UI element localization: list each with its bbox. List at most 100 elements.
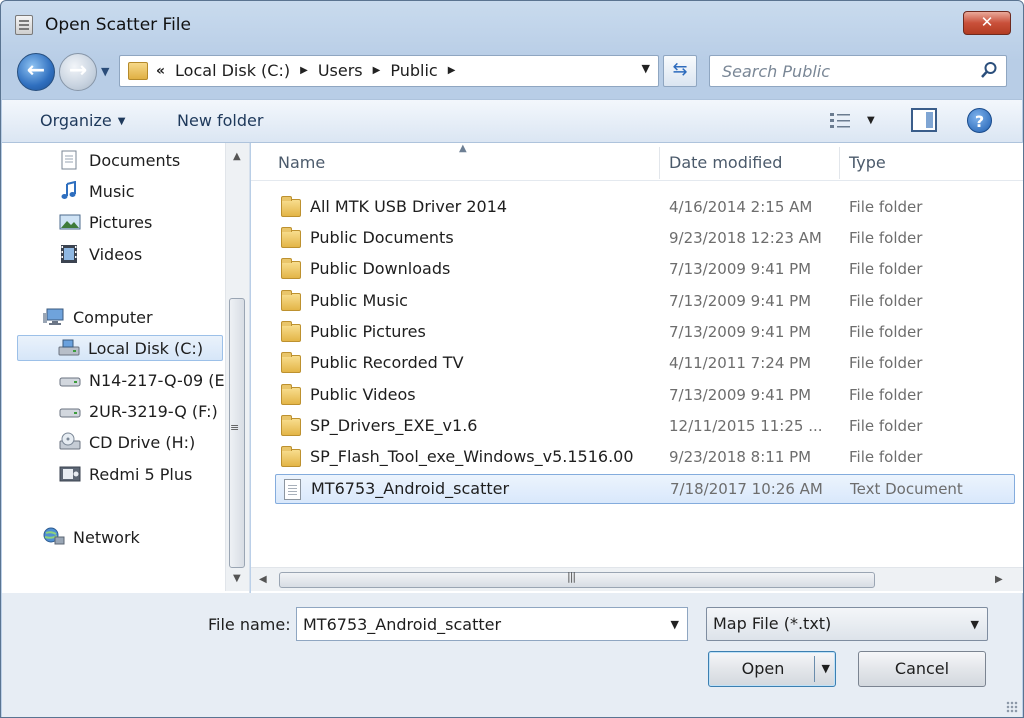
chevron-down-icon[interactable]: ▼ (971, 618, 979, 631)
nav-item-cd-drive[interactable]: CD Drive (H:) (59, 429, 195, 455)
nav-item-label: Videos (89, 244, 143, 264)
nav-item-label: Local Disk (C:) (88, 338, 204, 358)
type-cell: File folder (849, 260, 923, 278)
file-name-cell: SP_Flash_Tool_exe_Windows_v5.1516.00 (310, 447, 634, 466)
change-view-icon[interactable] (829, 111, 851, 131)
nav-item-computer[interactable]: Computer (43, 304, 153, 330)
refresh-button[interactable]: ⇆ (663, 55, 697, 87)
grip-icon: ||| (567, 570, 576, 583)
organize-button[interactable]: Organize ▼ (40, 111, 125, 130)
close-button[interactable]: ✕ (963, 11, 1011, 35)
address-dropdown-icon[interactable]: ▼ (642, 62, 650, 75)
column-divider[interactable] (659, 147, 660, 179)
breadcrumb-local-disk[interactable]: Local Disk (C:) (175, 61, 290, 80)
date-modified-cell: 7/13/2009 9:41 PM (669, 260, 812, 278)
chevron-right-icon[interactable]: ▶ (448, 65, 456, 76)
file-name-cell: Public Videos (310, 385, 416, 404)
type-cell: File folder (849, 292, 923, 310)
table-row[interactable]: SP_Drivers_EXE_v1.6 12/11/2015 11:25 ...… (275, 412, 1015, 442)
network-icon (43, 527, 65, 547)
folder-icon (281, 196, 301, 217)
table-row[interactable]: Public Documents 9/23/2018 12:23 AM File… (275, 224, 1015, 254)
split-divider (814, 656, 815, 682)
open-button[interactable]: Open ▼ (708, 651, 836, 687)
scrollbar-thumb[interactable] (279, 572, 875, 588)
nav-item-network[interactable]: Network (43, 524, 140, 550)
nav-item-label: CD Drive (H:) (89, 432, 196, 452)
nav-item-drive-f[interactable]: 2UR-3219-Q (F:) (59, 398, 218, 424)
forward-button[interactable]: → (59, 53, 97, 91)
help-icon[interactable]: ? (967, 108, 992, 133)
folder-icon (281, 321, 301, 342)
breadcrumb-users[interactable]: Users (318, 61, 363, 80)
table-row[interactable]: All MTK USB Driver 2014 4/16/2014 2:15 A… (275, 193, 1015, 223)
table-row[interactable]: Public Downloads 7/13/2009 9:41 PM File … (275, 255, 1015, 285)
table-row[interactable]: Public Videos 7/13/2009 9:41 PM File fol… (275, 381, 1015, 411)
drive-icon (59, 370, 81, 390)
open-options-dropdown-icon[interactable]: ▼ (822, 662, 830, 675)
date-modified-cell: 4/16/2014 2:15 AM (669, 198, 813, 216)
scroll-left-icon[interactable]: ◀ (259, 574, 267, 585)
back-button[interactable]: ← (17, 53, 55, 91)
chevron-right-icon[interactable]: ▶ (300, 65, 308, 76)
file-name-combobox[interactable]: ▼ (296, 607, 688, 641)
nav-item-label: Music (89, 181, 135, 201)
date-modified-cell: 12/11/2015 11:25 ... (669, 417, 823, 435)
nav-item-label: Pictures (89, 212, 153, 232)
search-box[interactable] (709, 55, 1007, 87)
open-scatter-file-dialog: Open Scatter File ✕ ← → ▼ « Local Disk (… (0, 0, 1024, 718)
type-cell: File folder (849, 229, 923, 247)
folder-icon (281, 384, 301, 405)
table-row[interactable]: Public Music 7/13/2009 9:41 PM File fold… (275, 287, 1015, 317)
column-header-name[interactable]: Name (278, 153, 325, 172)
view-options-dropdown-icon[interactable]: ▼ (867, 115, 875, 126)
computer-icon (43, 307, 65, 327)
file-name-input[interactable] (301, 612, 651, 636)
nav-item-videos[interactable]: Videos (59, 241, 142, 267)
recent-locations-dropdown[interactable]: ▼ (101, 65, 115, 79)
nav-item-music[interactable]: Music (59, 178, 135, 204)
column-divider[interactable] (839, 147, 840, 179)
title-bar: Open Scatter File ✕ (1, 1, 1023, 45)
file-name-cell: MT6753_Android_scatter (311, 479, 510, 498)
nav-item-documents[interactable]: Documents (59, 147, 180, 173)
nav-item-local-disk[interactable]: Local Disk (C:) (17, 335, 223, 361)
chevron-down-icon: ▼ (117, 116, 126, 127)
search-input[interactable] (720, 60, 970, 82)
address-bar[interactable]: « Local Disk (C:) ▶ Users ▶ Public ▶ ▼ (119, 55, 659, 87)
scroll-down-icon[interactable]: ▼ (233, 573, 241, 584)
resize-grip-icon[interactable] (1006, 701, 1018, 713)
open-button-label: Open (741, 659, 785, 678)
file-name-cell: Public Pictures (310, 322, 426, 341)
nav-item-redmi[interactable]: Redmi 5 Plus (59, 461, 192, 487)
column-header-date-modified[interactable]: Date modified (669, 153, 782, 172)
folder-icon (281, 352, 301, 373)
column-header-type[interactable]: Type (849, 153, 886, 172)
file-name-cell: Public Documents (310, 228, 454, 247)
file-name-label: File name: (208, 615, 291, 634)
music-icon (59, 180, 81, 201)
nav-item-drive-e[interactable]: N14-217-Q-09 (E (59, 367, 225, 393)
preview-pane-icon[interactable] (911, 108, 937, 132)
cancel-button[interactable]: Cancel (858, 651, 986, 687)
chevron-right-icon[interactable]: ▶ (373, 65, 381, 76)
folder-icon (281, 415, 301, 436)
table-row[interactable]: Public Recorded TV 4/11/2011 7:24 PM Fil… (275, 349, 1015, 379)
nav-item-pictures[interactable]: Pictures (59, 209, 152, 235)
file-type-select[interactable]: Map File (*.txt) ▼ (706, 607, 988, 641)
navigation-pane-scrollbar[interactable]: ▲ ≡ ▼ (225, 143, 249, 591)
file-list-horizontal-scrollbar[interactable]: ◀ ||| ▶ (251, 567, 1023, 591)
breadcrumb-overflow[interactable]: « (156, 63, 165, 79)
new-folder-button[interactable]: New folder (177, 111, 263, 130)
type-cell: File folder (849, 354, 923, 372)
scroll-up-icon[interactable]: ▲ (233, 151, 241, 162)
scroll-right-icon[interactable]: ▶ (995, 574, 1003, 585)
table-row-selected[interactable]: MT6753_Android_scatter 7/18/2017 10:26 A… (275, 474, 1015, 504)
type-cell: File folder (849, 448, 923, 466)
chevron-down-icon[interactable]: ▼ (671, 618, 679, 631)
table-row[interactable]: SP_Flash_Tool_exe_Windows_v5.1516.00 9/2… (275, 443, 1015, 473)
table-row[interactable]: Public Pictures 7/13/2009 9:41 PM File f… (275, 318, 1015, 348)
search-icon[interactable] (980, 61, 998, 79)
type-cell: File folder (849, 417, 923, 435)
breadcrumb-public[interactable]: Public (390, 61, 437, 80)
